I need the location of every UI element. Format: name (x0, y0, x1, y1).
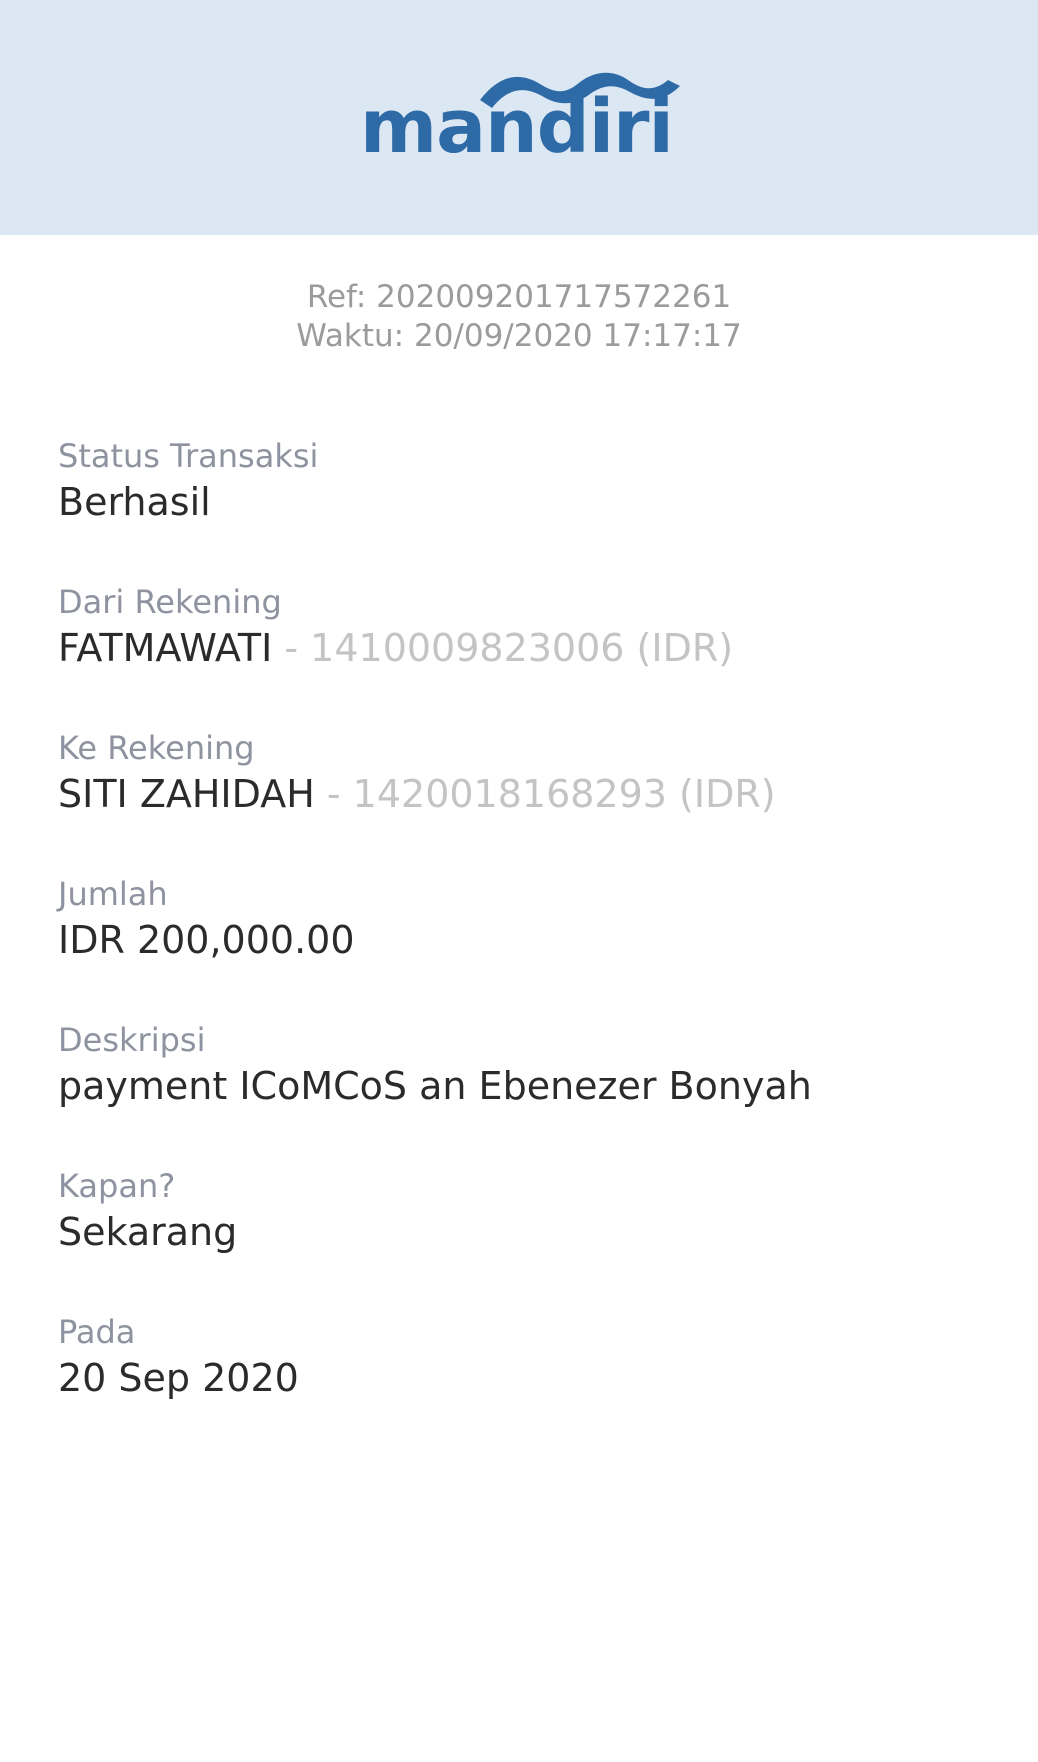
field-amount: Jumlah IDR 200,000.00 (58, 874, 1018, 966)
transaction-meta: Ref: 202009201717572261 Waktu: 20/09/202… (0, 278, 1038, 356)
account-holder-name: SITI ZAHIDAH (58, 772, 315, 816)
field-value: Sekarang (58, 1210, 238, 1254)
field-label: Deskripsi (58, 1021, 206, 1059)
transaction-time: Waktu: 20/09/2020 17:17:17 (296, 318, 742, 354)
field-date: Pada 20 Sep 2020 (58, 1312, 1018, 1404)
field-value: IDR 200,000.00 (58, 918, 355, 962)
field-value: Berhasil (58, 480, 211, 524)
field-value: FATMAWATI - 1410009823006 (IDR) (58, 622, 1018, 674)
field-label: Ke Rekening (58, 729, 255, 767)
field-label: Status Transaksi (58, 437, 319, 475)
field-status: Status Transaksi Berhasil (58, 436, 1018, 528)
field-label: Pada (58, 1313, 136, 1351)
field-label: Dari Rekening (58, 583, 282, 621)
account-number: - 1410009823006 (IDR) (272, 626, 734, 670)
header-banner: mandiri (0, 0, 1038, 235)
field-value: payment ICoMCoS an Ebenezer Bonyah (58, 1064, 812, 1108)
field-label: Jumlah (58, 875, 168, 913)
account-number: - 1420018168293 (IDR) (314, 772, 776, 816)
logo-wordmark: mandiri (360, 84, 674, 170)
field-description: Deskripsi payment ICoMCoS an Ebenezer Bo… (58, 1020, 1018, 1112)
field-from-account: Dari Rekening FATMAWATI - 1410009823006 … (58, 582, 1018, 674)
field-value: 20 Sep 2020 (58, 1356, 299, 1400)
field-value: SITI ZAHIDAH - 1420018168293 (IDR) (58, 768, 1018, 820)
field-to-account: Ke Rekening SITI ZAHIDAH - 1420018168293… (58, 728, 1018, 820)
reference-number: Ref: 202009201717572261 (306, 279, 732, 315)
field-when: Kapan? Sekarang (58, 1166, 1018, 1258)
mandiri-logo: mandiri (360, 66, 680, 176)
account-holder-name: FATMAWATI (58, 626, 273, 670)
field-label: Kapan? (58, 1167, 176, 1205)
